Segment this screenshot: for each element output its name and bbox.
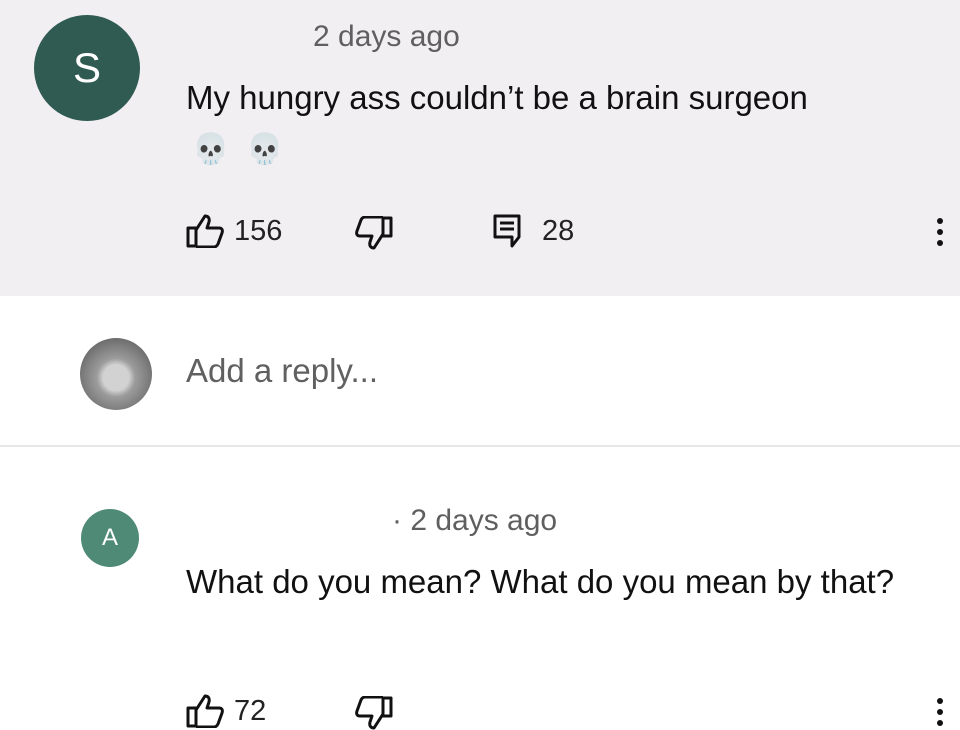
thumbs-down-icon (355, 696, 393, 730)
reply-count-button[interactable]: 28 (492, 214, 574, 248)
comment-text: My hungry ass couldn’t be a brain surgeo… (186, 79, 808, 116)
reply-dislike-button[interactable] (355, 696, 393, 730)
reply-timestamp: · 2 days ago (392, 504, 558, 537)
current-user-avatar (80, 338, 152, 410)
thumbs-up-icon (186, 694, 224, 728)
dislike-button[interactable] (355, 216, 393, 250)
reply-text: What do you mean? What do you mean by th… (186, 563, 895, 600)
like-count: 156 (234, 214, 283, 247)
add-reply-input[interactable]: Add a reply... (186, 352, 378, 390)
reply-avatar[interactable]: A (81, 509, 139, 567)
thumbs-down-icon (355, 216, 393, 250)
reply-like-count: 72 (234, 694, 267, 727)
comment-timestamp: 2 days ago (313, 20, 460, 53)
avatar-letter: S (72, 44, 101, 91)
skull-emoji: 💀 (246, 133, 284, 166)
comment-icon (493, 214, 521, 248)
parent-comment (0, 0, 960, 296)
skull-emoji: 💀 (192, 133, 230, 166)
avatar[interactable]: S (34, 15, 140, 121)
reply-count: 28 (542, 214, 575, 247)
thumbs-up-icon (186, 214, 224, 248)
reply-more-options-icon[interactable] (937, 698, 945, 726)
reply-like-button[interactable]: 72 (186, 694, 266, 728)
like-button[interactable]: 156 (186, 214, 282, 248)
divider (0, 445, 960, 447)
reply-avatar-letter: A (101, 524, 118, 551)
more-options-icon[interactable] (937, 218, 945, 246)
